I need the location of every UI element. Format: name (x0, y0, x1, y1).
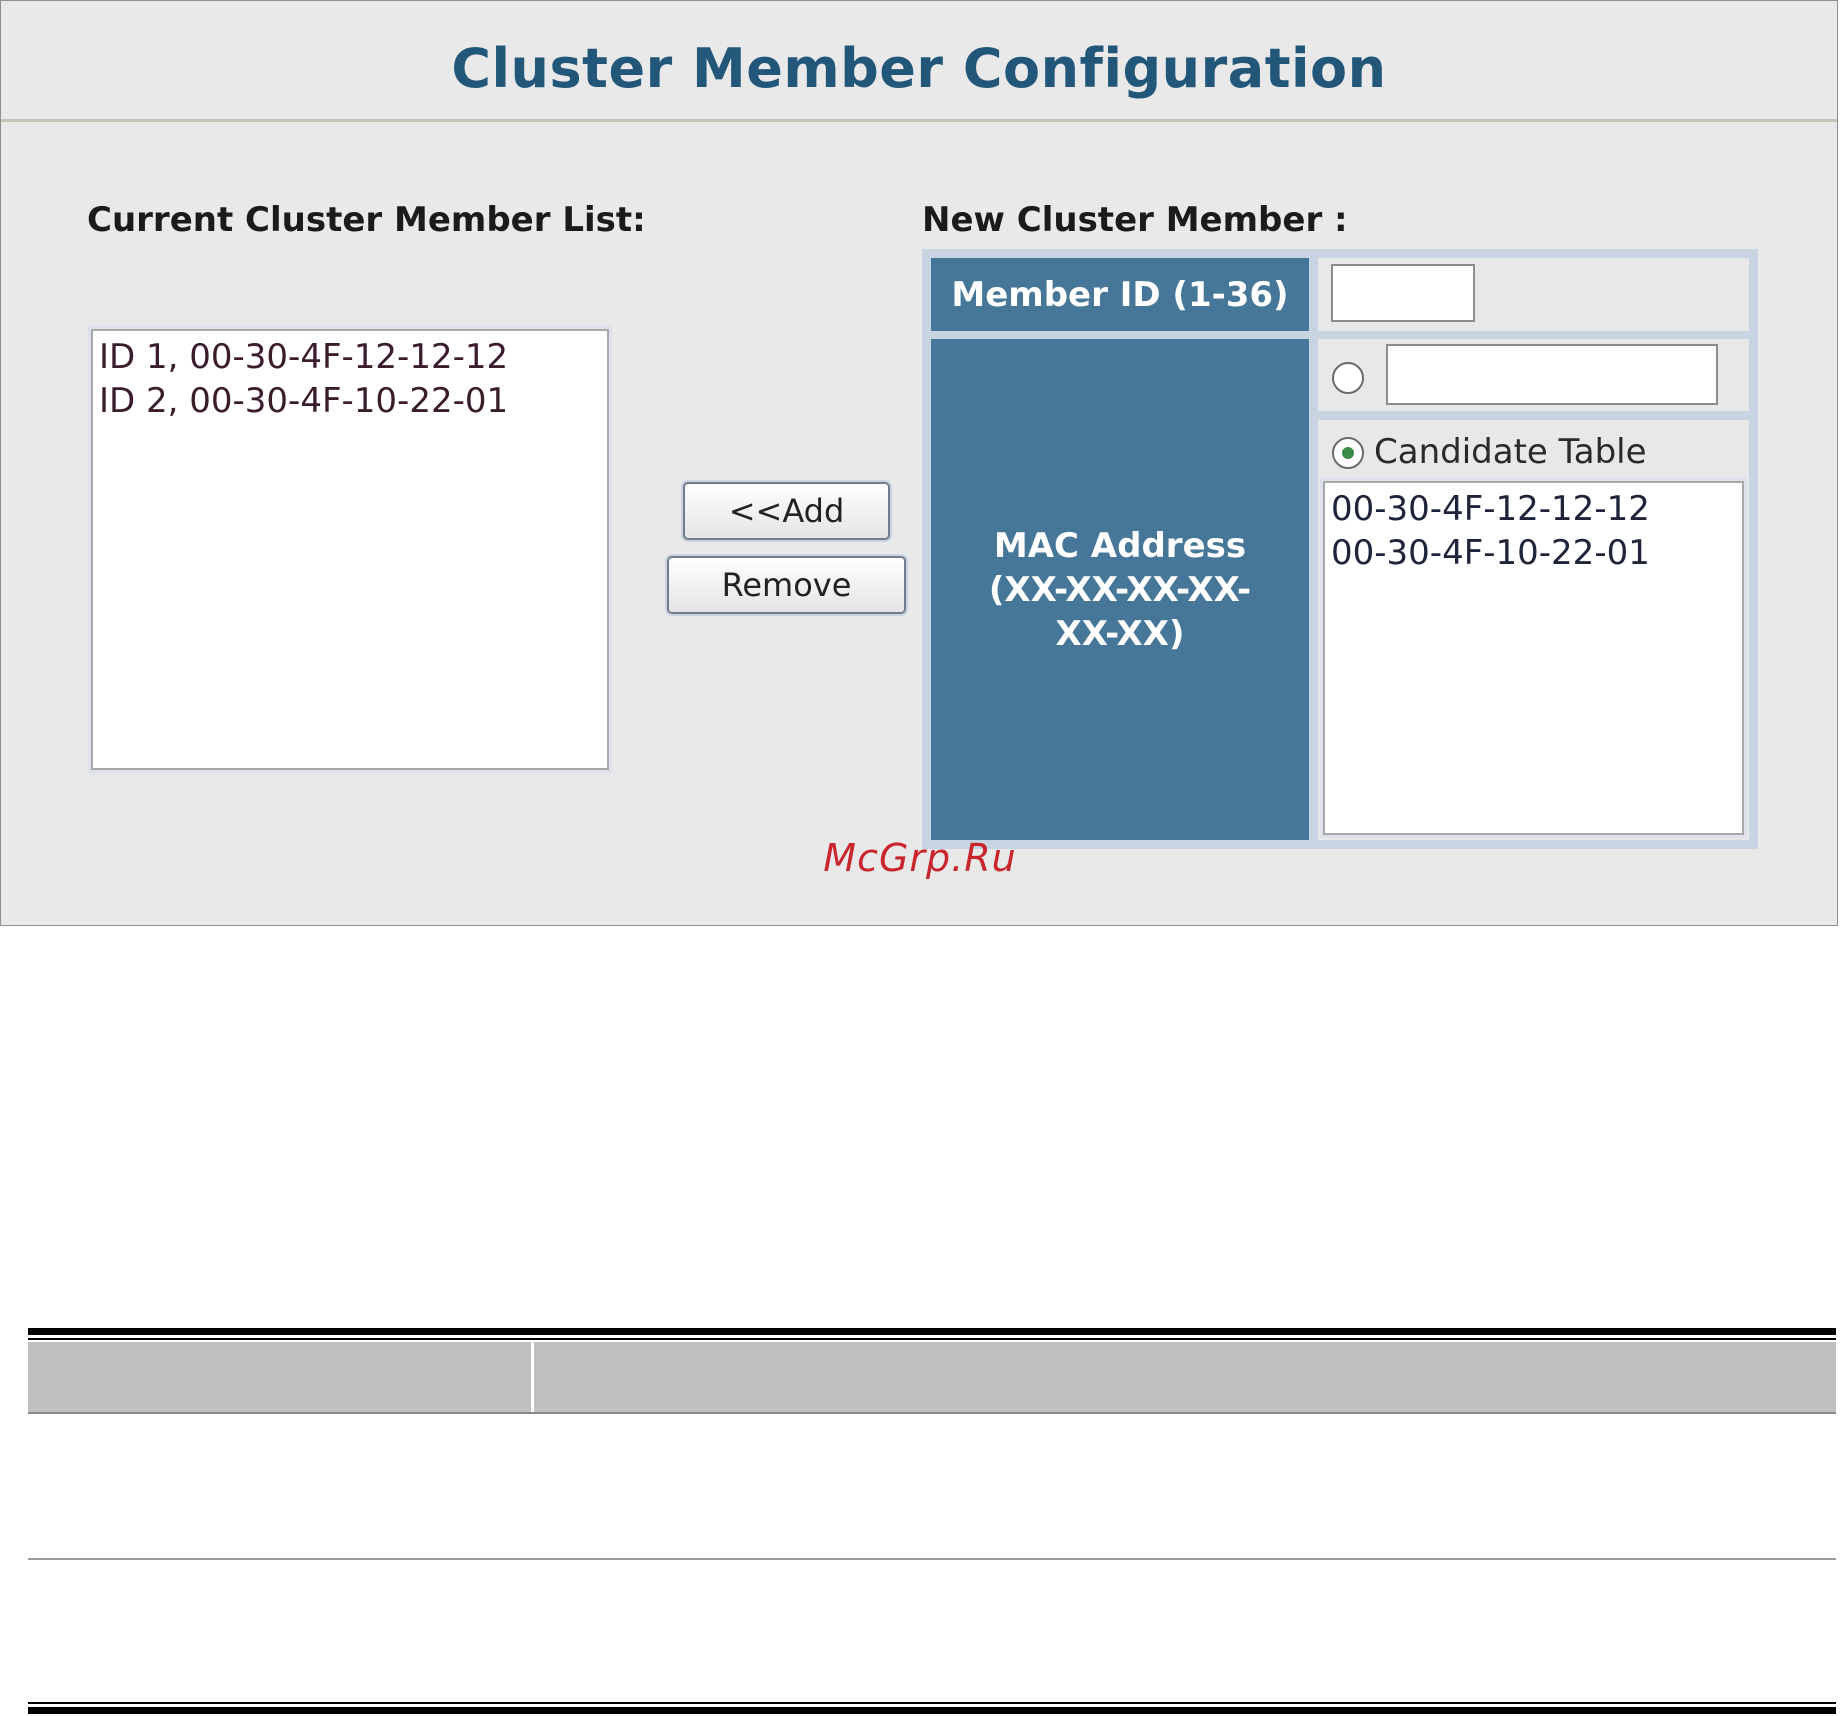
member-id-label: Member ID (1-36) (931, 258, 1309, 331)
panel-header: Cluster Member Configuration (1, 1, 1837, 122)
table-row-divider (28, 1558, 1836, 1560)
table-bottom-rule-thin (28, 1702, 1836, 1704)
table-bottom-rule (28, 1707, 1836, 1714)
member-id-input[interactable] (1331, 264, 1475, 322)
mac-address-label-line2: (XX-XX-XX-XX- (988, 569, 1252, 610)
candidate-listbox[interactable]: 00-30-4F-12-12-12 00-30-4F-10-22-01 (1323, 481, 1744, 835)
table-header-row (28, 1342, 1836, 1412)
list-item[interactable]: 00-30-4F-12-12-12 (1331, 487, 1736, 531)
remove-button[interactable]: Remove (667, 556, 906, 614)
new-member-label: New Cluster Member : (922, 200, 1348, 240)
list-item[interactable]: 00-30-4F-10-22-01 (1331, 531, 1736, 575)
candidate-table-radio[interactable] (1332, 437, 1364, 469)
mac-address-input[interactable] (1386, 344, 1718, 405)
add-button[interactable]: <<Add (683, 482, 890, 540)
table-top-rule (28, 1328, 1836, 1335)
mac-manual-radio[interactable] (1332, 362, 1364, 394)
watermark: McGrp.Ru (823, 836, 1017, 880)
list-item[interactable]: ID 2, 00-30-4F-10-22-01 (99, 379, 601, 423)
mac-address-label-line1: MAC Address (993, 525, 1247, 566)
current-list-label: Current Cluster Member List: (87, 200, 646, 240)
current-member-listbox[interactable]: ID 1, 00-30-4F-12-12-12 ID 2, 00-30-4F-1… (91, 329, 609, 770)
page-title: Cluster Member Configuration (451, 37, 1387, 100)
mac-address-label-line3: XX-XX) (1055, 613, 1185, 654)
mac-address-label: MAC Address (XX-XX-XX-XX- XX-XX) (931, 339, 1309, 840)
candidate-table-label[interactable]: Candidate Table (1374, 432, 1647, 472)
table-header-divider (531, 1342, 534, 1412)
table-header-bottom (28, 1412, 1836, 1414)
description-table (28, 1328, 1836, 1716)
table-top-rule-thin (28, 1338, 1836, 1340)
list-item[interactable]: ID 1, 00-30-4F-12-12-12 (99, 335, 601, 379)
